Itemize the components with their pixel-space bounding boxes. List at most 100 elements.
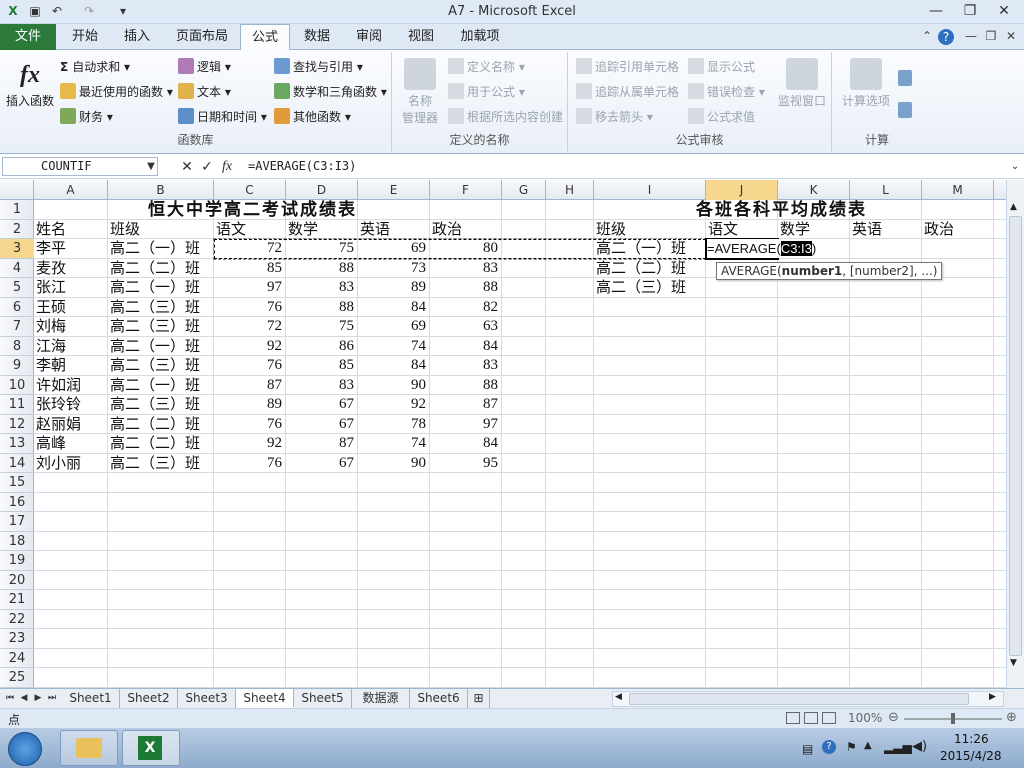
calculate-now-icon[interactable]	[898, 70, 912, 86]
show-formulas-button[interactable]: 显示公式	[688, 56, 755, 78]
avg-header-cell[interactable]: 班级	[596, 220, 626, 240]
name-cell[interactable]: 王硕	[36, 298, 66, 318]
restore-button[interactable]: ❐	[954, 0, 986, 22]
sheet-tab-1[interactable]: Sheet1	[62, 689, 120, 708]
score-cell[interactable]: 87	[216, 376, 282, 396]
tab-page-layout[interactable]: 页面布局	[166, 24, 238, 50]
row-header-4[interactable]: 4	[0, 259, 34, 278]
tab-file[interactable]: 文件	[0, 24, 56, 50]
financial-button[interactable]: 财务 ▾	[60, 106, 113, 128]
error-checking-button[interactable]: 错误检查 ▾	[688, 81, 765, 103]
row-header-18[interactable]: 18	[0, 532, 34, 551]
column-header-i[interactable]: I	[594, 180, 706, 200]
tab-data[interactable]: 数据	[294, 24, 340, 50]
name-cell[interactable]: 麦孜	[36, 259, 66, 279]
minimize-button[interactable]: —	[920, 0, 952, 22]
score-cell[interactable]: 89	[216, 395, 282, 415]
first-sheet-icon[interactable]: ⏮	[4, 689, 16, 708]
score-cell[interactable]: 76	[216, 298, 282, 318]
row-header-20[interactable]: 20	[0, 571, 34, 590]
vertical-scrollbar[interactable]: ▲ ▼	[1006, 180, 1024, 688]
row-header-7[interactable]: 7	[0, 317, 34, 337]
avg-header-cell[interactable]: 政治	[924, 220, 954, 240]
row-header-3[interactable]: 3	[0, 239, 34, 259]
text-button[interactable]: 文本 ▾	[178, 81, 231, 103]
row-header-22[interactable]: 22	[0, 610, 34, 629]
insert-function-icon[interactable]: fx	[218, 158, 236, 176]
horizontal-scrollbar[interactable]: ◀ ▶	[612, 691, 1004, 707]
row-header-23[interactable]: 23	[0, 629, 34, 649]
scroll-thumb[interactable]	[1009, 216, 1022, 656]
column-header-f[interactable]: F	[430, 180, 502, 200]
logical-button[interactable]: 逻辑 ▾	[178, 56, 231, 78]
row-header-25[interactable]: 25	[0, 668, 34, 688]
next-sheet-icon[interactable]: ▶	[32, 689, 44, 708]
score-cell[interactable]: 84	[432, 337, 498, 357]
clock-time[interactable]: 11:26	[954, 732, 989, 746]
calc-options-button[interactable]: 计算选项	[836, 58, 896, 109]
score-cell[interactable]: 73	[360, 259, 426, 279]
remove-arrows-button[interactable]: 移去箭头 ▾	[576, 106, 653, 128]
score-cell[interactable]: 85	[216, 259, 282, 279]
recent-functions-button[interactable]: 最近使用的函数 ▾	[60, 81, 173, 103]
autosum-button[interactable]: Σ 自动求和 ▾	[60, 56, 130, 78]
sheet-title-left[interactable]: 恒大中学高二考试成绩表	[148, 200, 357, 220]
score-cell[interactable]: 74	[360, 434, 426, 454]
score-cell[interactable]: 78	[360, 415, 426, 435]
row-header-2[interactable]: 2	[0, 220, 34, 239]
name-cell[interactable]: 张江	[36, 278, 66, 298]
column-header-m[interactable]: M	[922, 180, 994, 200]
row-header-19[interactable]: 19	[0, 551, 34, 571]
score-cell[interactable]: 83	[432, 259, 498, 279]
name-cell[interactable]: 张玲铃	[36, 395, 81, 415]
enter-icon[interactable]: ✓	[198, 158, 216, 176]
class-cell[interactable]: 高二（三）班	[110, 356, 200, 376]
row-header-8[interactable]: 8	[0, 337, 34, 356]
trace-dependents-button[interactable]: 追踪从属单元格	[576, 81, 679, 103]
scroll-right-icon[interactable]: ▶	[989, 692, 996, 702]
zoom-slider-thumb[interactable]	[951, 713, 955, 724]
score-cell[interactable]: 92	[216, 434, 282, 454]
header-cell[interactable]: 数学	[288, 220, 318, 240]
scroll-up-icon[interactable]: ▲	[1010, 202, 1017, 212]
lookup-button[interactable]: 查找与引用 ▾	[274, 56, 363, 78]
minimize-ribbon-icon[interactable]: ⌃	[918, 29, 936, 45]
name-box[interactable]: COUNTIF	[2, 157, 158, 176]
scroll-left-icon[interactable]: ◀	[615, 692, 622, 702]
score-cell[interactable]: 88	[288, 298, 354, 318]
workbook-minimize-icon[interactable]: —	[962, 29, 980, 45]
avg-class-cell[interactable]: 高二（三）班	[596, 278, 686, 298]
score-cell[interactable]: 69	[360, 317, 426, 337]
clock-date[interactable]: 2015/4/28	[940, 749, 1002, 763]
workbook-restore-icon[interactable]: ❐	[982, 29, 1000, 45]
prev-sheet-icon[interactable]: ◀	[18, 689, 30, 708]
score-cell[interactable]: 95	[432, 454, 498, 474]
zoom-out-icon[interactable]: ⊖	[888, 710, 899, 725]
insert-function-button[interactable]: fx 插入函数	[4, 58, 56, 109]
row-header-5[interactable]: 5	[0, 278, 34, 298]
score-cell[interactable]: 86	[288, 337, 354, 357]
name-box-dropdown-icon[interactable]: ▼	[142, 158, 160, 176]
tab-insert[interactable]: 插入	[112, 24, 162, 50]
sheet-title-right[interactable]: 各班各科平均成绩表	[696, 200, 867, 220]
row-header-16[interactable]: 16	[0, 493, 34, 512]
sheet-tab-2[interactable]: Sheet2	[120, 689, 178, 708]
name-cell[interactable]: 刘小丽	[36, 454, 81, 474]
tab-review[interactable]: 审阅	[346, 24, 392, 50]
close-button[interactable]: ✕	[988, 0, 1020, 22]
score-cell[interactable]: 89	[360, 278, 426, 298]
class-cell[interactable]: 高二（三）班	[110, 298, 200, 318]
start-button[interactable]	[8, 732, 42, 766]
evaluate-formula-button[interactable]: 公式求值	[688, 106, 755, 128]
score-cell[interactable]: 88	[288, 259, 354, 279]
score-cell[interactable]: 63	[432, 317, 498, 337]
score-cell[interactable]: 87	[432, 395, 498, 415]
avg-header-cell[interactable]: 语文	[708, 220, 738, 240]
class-cell[interactable]: 高二（二）班	[110, 415, 200, 435]
row-header-14[interactable]: 14	[0, 454, 34, 473]
score-cell[interactable]: 83	[288, 376, 354, 396]
score-cell[interactable]: 67	[288, 454, 354, 474]
action-center-icon[interactable]: ⚑	[846, 740, 857, 754]
score-cell[interactable]: 76	[216, 415, 282, 435]
row-header-13[interactable]: 13	[0, 434, 34, 454]
